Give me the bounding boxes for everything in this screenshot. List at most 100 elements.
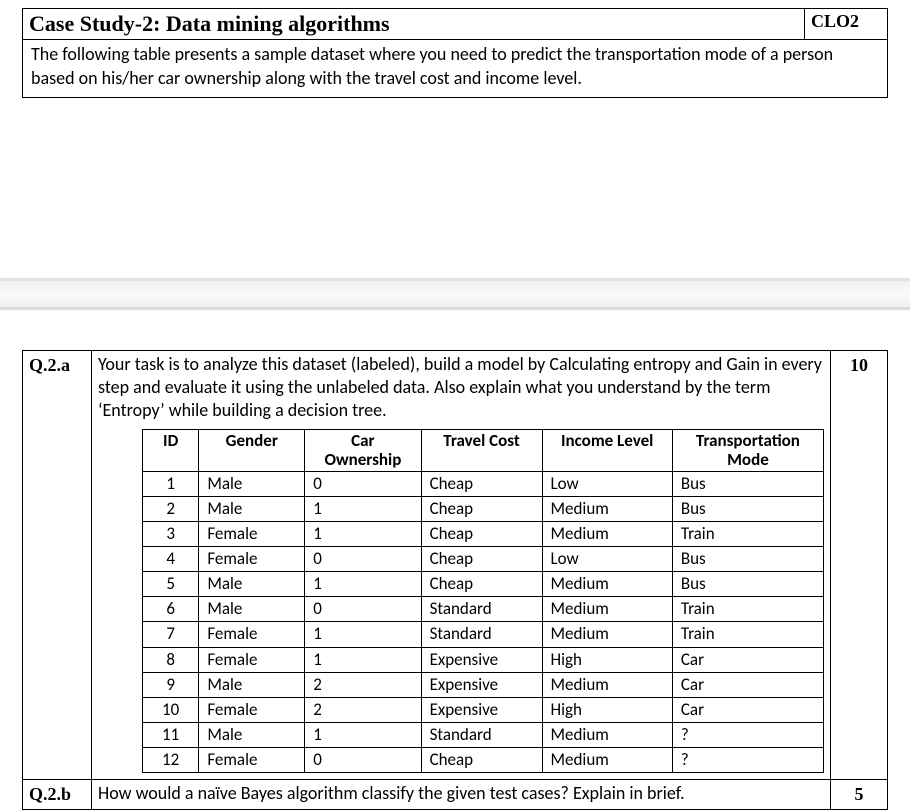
cell-income: Medium [542,622,672,647]
cell-cost: Cheap [421,747,542,772]
case-study-title: Case Study-2: Data mining algorithms [23,9,804,39]
cell-id: 9 [143,672,199,697]
table-row: 8Female1ExpensiveHighCar [143,647,824,672]
cell-car: 1 [305,522,421,547]
cell-mode: Bus [672,496,823,521]
questions-box: Q.2.a Your task is to analyze this datas… [22,350,888,810]
cell-mode: Train [672,597,823,622]
case-study-box: Case Study-2: Data mining algorithms CLO… [22,8,888,98]
cell-id: 3 [143,522,199,547]
case-study-title-row: Case Study-2: Data mining algorithms CLO… [23,9,887,40]
cell-gender: Male [199,722,305,747]
question-body-q2a: Your task is to analyze this dataset (la… [92,351,831,779]
page-gap [0,98,910,278]
cell-car: 0 [305,597,421,622]
cell-income: High [542,647,672,672]
cell-cost: Cheap [421,547,542,572]
header-income: Income Level [542,429,672,471]
cell-mode: Bus [672,471,823,496]
table-row: 7Female1StandardMediumTrain [143,622,824,647]
cell-gender: Female [199,747,305,772]
cell-income: Medium [542,572,672,597]
cell-car: 1 [305,722,421,747]
cell-gender: Male [199,572,305,597]
table-row: 4Female0CheapLowBus [143,547,824,572]
question-marks-q2a: 10 [831,351,887,779]
cell-cost: Expensive [421,697,542,722]
cell-id: 8 [143,647,199,672]
cell-gender: Female [199,622,305,647]
cell-gender: Male [199,597,305,622]
table-header-row: ID Gender Car Ownership Travel Cost Inco… [143,429,824,471]
cell-income: Medium [542,747,672,772]
table-row: 10Female2ExpensiveHighCar [143,697,824,722]
table-row: 11Male1StandardMedium? [143,722,824,747]
clo-label: CLO2 [804,9,887,39]
cell-income: Medium [542,522,672,547]
cell-cost: Cheap [421,522,542,547]
table-row: 1Male0CheapLowBus [143,471,824,496]
table-row: 9Male2ExpensiveMediumCar [143,672,824,697]
table-row: 3Female1CheapMediumTrain [143,522,824,547]
cell-mode: Car [672,697,823,722]
question-row-q2a: Q.2.a Your task is to analyze this datas… [23,351,887,780]
cell-mode: Car [672,647,823,672]
cell-mode: Train [672,622,823,647]
question-marks-q2b: 5 [831,780,887,809]
cell-id: 1 [143,471,199,496]
cell-car: 0 [305,471,421,496]
cell-id: 5 [143,572,199,597]
cell-gender: Female [199,647,305,672]
cell-id: 11 [143,722,199,747]
cell-car: 0 [305,547,421,572]
cell-gender: Female [199,522,305,547]
cell-id: 7 [143,622,199,647]
cell-income: High [542,697,672,722]
header-car: Car Ownership [305,429,421,471]
cell-cost: Standard [421,597,542,622]
cell-car: 1 [305,647,421,672]
cell-gender: Male [199,672,305,697]
cell-cost: Expensive [421,672,542,697]
question-text-q2a: Your task is to analyze this dataset (la… [98,353,824,423]
table-row: 6Male0StandardMediumTrain [143,597,824,622]
question-label-q2a: Q.2.a [23,351,92,779]
cell-income: Low [542,547,672,572]
cell-id: 12 [143,747,199,772]
cell-mode: Train [672,522,823,547]
cell-cost: Cheap [421,572,542,597]
cell-income: Medium [542,597,672,622]
cell-mode: Car [672,672,823,697]
header-id: ID [143,429,199,471]
cell-id: 4 [143,547,199,572]
cell-cost: Standard [421,622,542,647]
cell-cost: Cheap [421,471,542,496]
table-row: 2Male1CheapMediumBus [143,496,824,521]
cell-car: 1 [305,622,421,647]
case-study-description: The following table presents a sample da… [23,40,887,97]
question-text-q2b: How would a naïve Bayes algorithm classi… [92,780,831,809]
cell-car: 0 [305,747,421,772]
cell-gender: Male [199,471,305,496]
cell-income: Medium [542,722,672,747]
cell-gender: Male [199,496,305,521]
cell-mode: ? [672,747,823,772]
table-row: 5Male1CheapMediumBus [143,572,824,597]
cell-mode: ? [672,722,823,747]
page-separator [0,278,910,310]
cell-id: 6 [143,597,199,622]
table-row: 12Female0CheapMedium? [143,747,824,772]
cell-id: 10 [143,697,199,722]
cell-car: 1 [305,496,421,521]
cell-cost: Cheap [421,496,542,521]
cell-car: 1 [305,572,421,597]
header-mode: Transportation Mode [672,429,823,471]
cell-gender: Female [199,547,305,572]
question-row-q2b: Q.2.b How would a naïve Bayes algorithm … [23,780,887,810]
cell-income: Medium [542,496,672,521]
cell-id: 2 [143,496,199,521]
cell-car: 2 [305,672,421,697]
cell-gender: Female [199,697,305,722]
cell-mode: Bus [672,572,823,597]
cell-cost: Expensive [421,647,542,672]
